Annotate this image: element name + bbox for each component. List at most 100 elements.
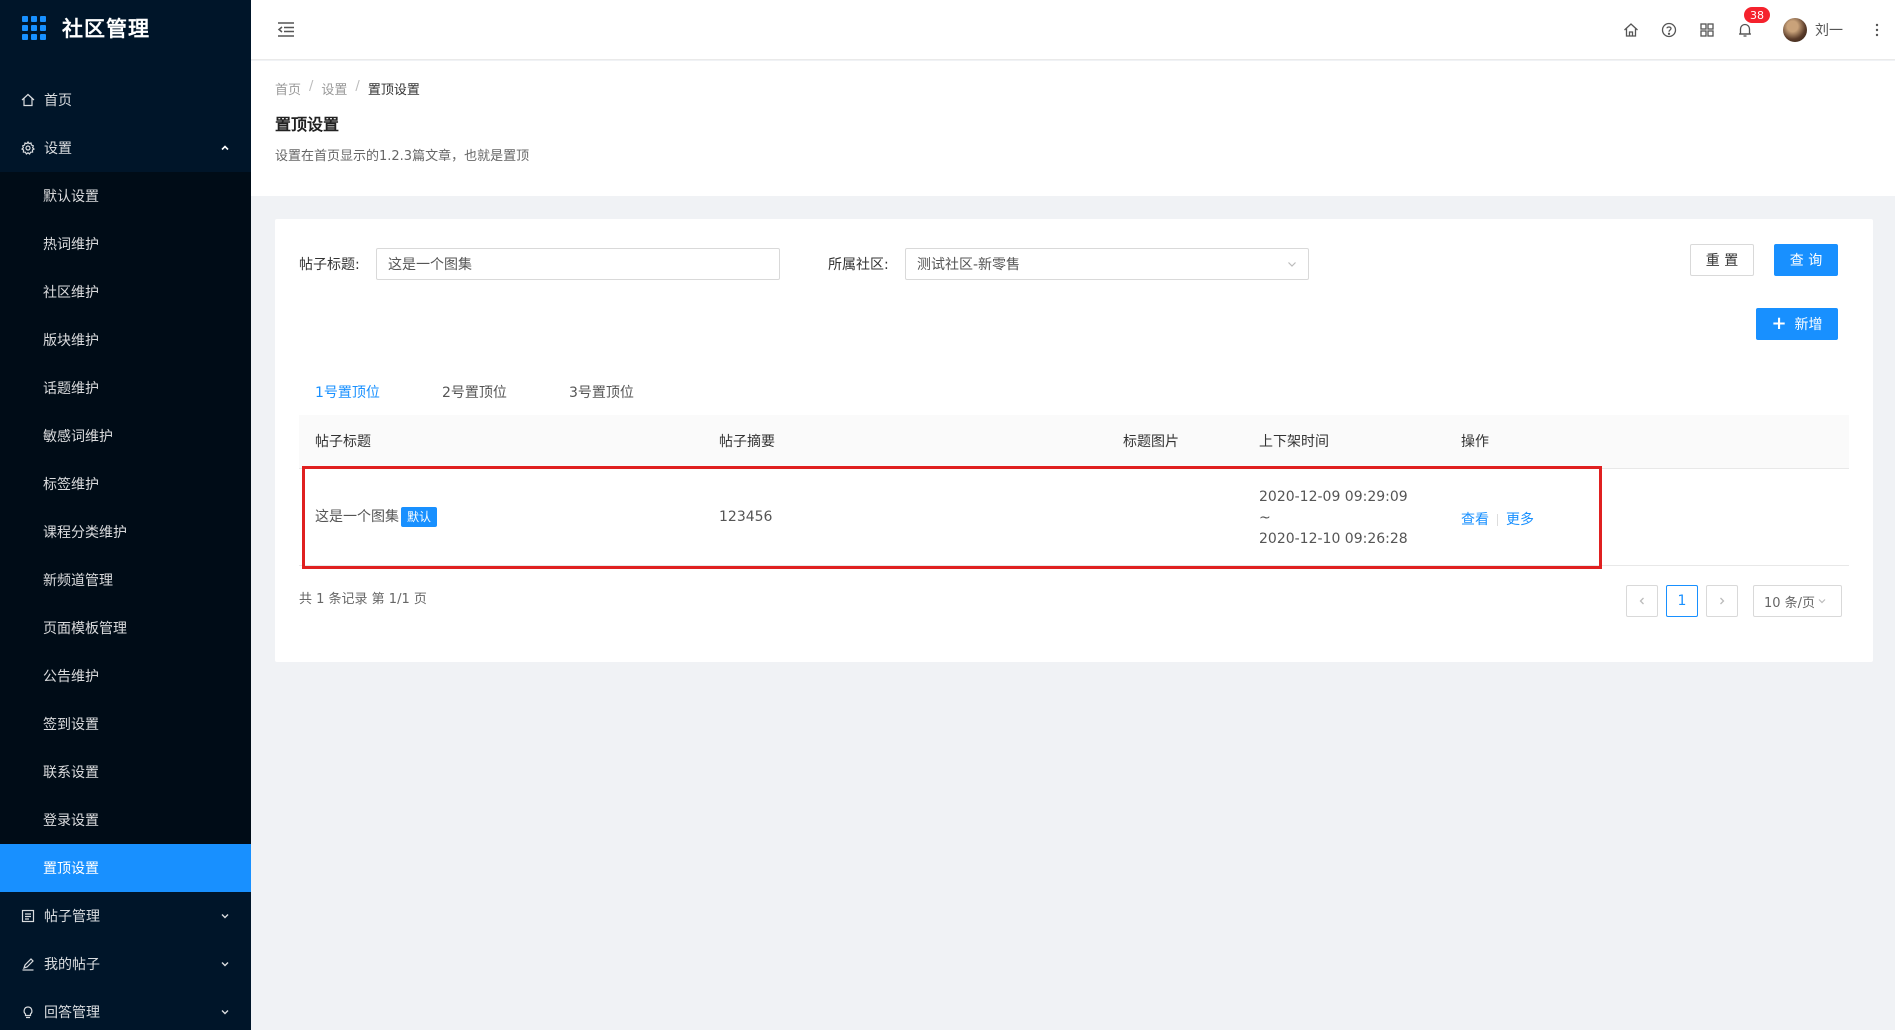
top-header: 38 刘一 bbox=[251, 0, 1895, 60]
title-filter-label: 帖子标题: bbox=[299, 257, 360, 273]
sidebar-item-home[interactable]: 首页 bbox=[0, 76, 251, 124]
sidebar-item-label: 回答管理 bbox=[44, 1005, 100, 1021]
page-header: 首页 / 设置 / 置顶设置 置顶设置 设置在首页显示的1.2.3篇文章，也就是… bbox=[251, 61, 1895, 196]
notification-badge: 38 bbox=[1743, 6, 1771, 24]
view-link[interactable]: 查看 bbox=[1461, 512, 1489, 528]
content-card: 帖子标题: 这是一个图集 所属社区: 测试社区-新零售 重 置 查 询 + 新增… bbox=[275, 219, 1873, 662]
plus-icon: + bbox=[1771, 313, 1787, 334]
page-size-value: 10 条/页 bbox=[1764, 595, 1816, 611]
gear-icon bbox=[20, 140, 36, 156]
sidebar-item-settings[interactable]: 设置 bbox=[0, 124, 251, 172]
chevron-left-icon bbox=[1639, 597, 1644, 605]
sidebar-subitem[interactable]: 默认设置 bbox=[0, 172, 251, 220]
sidebar: 社区管理 首页 设置 默认设置 热词维护 社区维护 版块维护 话题维护 敏感词维… bbox=[0, 0, 251, 1030]
actions-cell: 查看 更多 bbox=[1461, 509, 1534, 529]
sidebar-item-label: 我的帖子 bbox=[44, 957, 100, 973]
sidebar-item-posts[interactable]: 帖子管理 bbox=[0, 892, 251, 940]
tab-slot-3[interactable]: 3号置顶位 bbox=[569, 367, 634, 419]
header-actions: 38 刘一 bbox=[1621, 0, 1895, 60]
breadcrumb-separator: / bbox=[309, 79, 314, 94]
chevron-down-icon bbox=[219, 958, 231, 970]
sidebar-item-answers[interactable]: 回答管理 bbox=[0, 988, 251, 1030]
chevron-right-icon bbox=[1720, 597, 1725, 605]
sidebar-item-label: 设置 bbox=[44, 141, 72, 157]
pinned-posts-table: 帖子标题 帖子摘要 标题图片 上下架时间 操作 这是一个图集 默认 123456 … bbox=[299, 415, 1849, 566]
table-header: 帖子标题 帖子摘要 标题图片 上下架时间 操作 bbox=[299, 415, 1849, 469]
post-summary: 123456 bbox=[719, 509, 773, 525]
breadcrumb-current: 置顶设置 bbox=[367, 83, 420, 98]
sidebar-subitem[interactable]: 签到设置 bbox=[0, 700, 251, 748]
breadcrumb-item[interactable]: 设置 bbox=[321, 79, 347, 98]
home-icon bbox=[20, 92, 36, 108]
page-description: 设置在首页显示的1.2.3篇文章，也就是置顶 bbox=[275, 149, 530, 164]
app-grid-icon bbox=[22, 16, 46, 40]
menu-fold-icon[interactable] bbox=[276, 19, 296, 39]
sidebar-subitem[interactable]: 新频道管理 bbox=[0, 556, 251, 604]
help-icon[interactable] bbox=[1659, 20, 1679, 40]
sidebar-item-my-posts[interactable]: 我的帖子 bbox=[0, 940, 251, 988]
page-size-select[interactable]: 10 条/页 bbox=[1753, 585, 1842, 617]
pagination-total: 共 1 条记录 第 1/1 页 bbox=[299, 592, 427, 607]
sidebar-item-label: 帖子管理 bbox=[44, 909, 100, 925]
more-link[interactable]: 更多 bbox=[1506, 512, 1534, 528]
page-title: 置顶设置 bbox=[275, 115, 340, 134]
avatar[interactable] bbox=[1783, 18, 1807, 42]
column-header: 帖子摘要 bbox=[719, 434, 775, 450]
sidebar-menu: 首页 设置 默认设置 热词维护 社区维护 版块维护 话题维护 敏感词维护 标签维… bbox=[0, 76, 251, 1030]
sidebar-subitem[interactable]: 话题维护 bbox=[0, 364, 251, 412]
sidebar-subitem[interactable]: 敏感词维护 bbox=[0, 412, 251, 460]
title-filter-input[interactable]: 这是一个图集 bbox=[376, 248, 780, 280]
next-page-button[interactable] bbox=[1706, 585, 1738, 617]
community-select[interactable]: 测试社区-新零售 bbox=[905, 248, 1309, 280]
post-title-cell: 这是一个图集 默认 bbox=[315, 506, 438, 527]
default-tag: 默认 bbox=[401, 507, 438, 527]
settings-submenu: 默认设置 热词维护 社区维护 版块维护 话题维护 敏感词维护 标签维护 课程分类… bbox=[0, 172, 251, 892]
more-vertical-icon[interactable] bbox=[1867, 20, 1887, 40]
column-header: 上下架时间 bbox=[1259, 434, 1329, 450]
time-start: 2020-12-09 09:29:09 bbox=[1259, 489, 1408, 505]
tab-slot-1[interactable]: 1号置顶位 bbox=[315, 367, 380, 419]
sidebar-subitem-active[interactable]: 置顶设置 bbox=[0, 844, 251, 892]
app-title: 社区管理 bbox=[62, 17, 150, 41]
chevron-down-icon bbox=[1286, 258, 1298, 270]
bulb-icon bbox=[20, 1004, 36, 1020]
column-header: 标题图片 bbox=[1123, 434, 1179, 450]
bell-icon[interactable]: 38 bbox=[1735, 6, 1771, 40]
sidebar-subitem[interactable]: 公告维护 bbox=[0, 652, 251, 700]
chevron-up-icon bbox=[219, 142, 231, 154]
search-button[interactable]: 查 询 bbox=[1774, 244, 1838, 276]
tab-slot-2[interactable]: 2号置顶位 bbox=[442, 367, 507, 419]
action-divider bbox=[1497, 514, 1498, 526]
sidebar-subitem[interactable]: 联系设置 bbox=[0, 748, 251, 796]
post-title: 这是一个图集 bbox=[315, 509, 399, 525]
reset-button[interactable]: 重 置 bbox=[1690, 244, 1754, 276]
edit-icon bbox=[20, 956, 36, 972]
page-number-button[interactable]: 1 bbox=[1666, 585, 1698, 617]
sidebar-subitem[interactable]: 社区维护 bbox=[0, 268, 251, 316]
time-range-cell: 2020-12-09 09:29:09 ~ 2020-12-10 09:26:2… bbox=[1259, 487, 1408, 550]
app-grid-icon[interactable] bbox=[1697, 20, 1717, 40]
table-row: 这是一个图集 默认 123456 2020-12-09 09:29:09 ~ 20… bbox=[299, 469, 1849, 566]
list-icon bbox=[20, 908, 36, 924]
chevron-down-icon bbox=[1818, 599, 1826, 604]
time-separator: ~ bbox=[1259, 510, 1271, 526]
sidebar-item-label: 首页 bbox=[44, 93, 72, 109]
sidebar-subitem[interactable]: 登录设置 bbox=[0, 796, 251, 844]
column-header: 帖子标题 bbox=[315, 434, 371, 450]
sidebar-subitem[interactable]: 版块维护 bbox=[0, 316, 251, 364]
home-icon[interactable] bbox=[1621, 20, 1641, 40]
sidebar-subitem[interactable]: 课程分类维护 bbox=[0, 508, 251, 556]
sidebar-subitem[interactable]: 热词维护 bbox=[0, 220, 251, 268]
sidebar-subitem[interactable]: 标签维护 bbox=[0, 460, 251, 508]
sidebar-subitem[interactable]: 页面模板管理 bbox=[0, 604, 251, 652]
add-button[interactable]: + 新增 bbox=[1756, 308, 1838, 340]
prev-page-button[interactable] bbox=[1626, 585, 1658, 617]
time-end: 2020-12-10 09:26:28 bbox=[1259, 531, 1408, 547]
chevron-down-icon bbox=[219, 1006, 231, 1018]
breadcrumb-item[interactable]: 首页 bbox=[275, 79, 301, 98]
username[interactable]: 刘一 bbox=[1815, 20, 1843, 40]
community-filter-label: 所属社区: bbox=[828, 257, 889, 273]
logo[interactable]: 社区管理 bbox=[0, 0, 251, 56]
add-button-label: 新增 bbox=[1794, 317, 1823, 333]
column-header: 操作 bbox=[1461, 434, 1489, 450]
